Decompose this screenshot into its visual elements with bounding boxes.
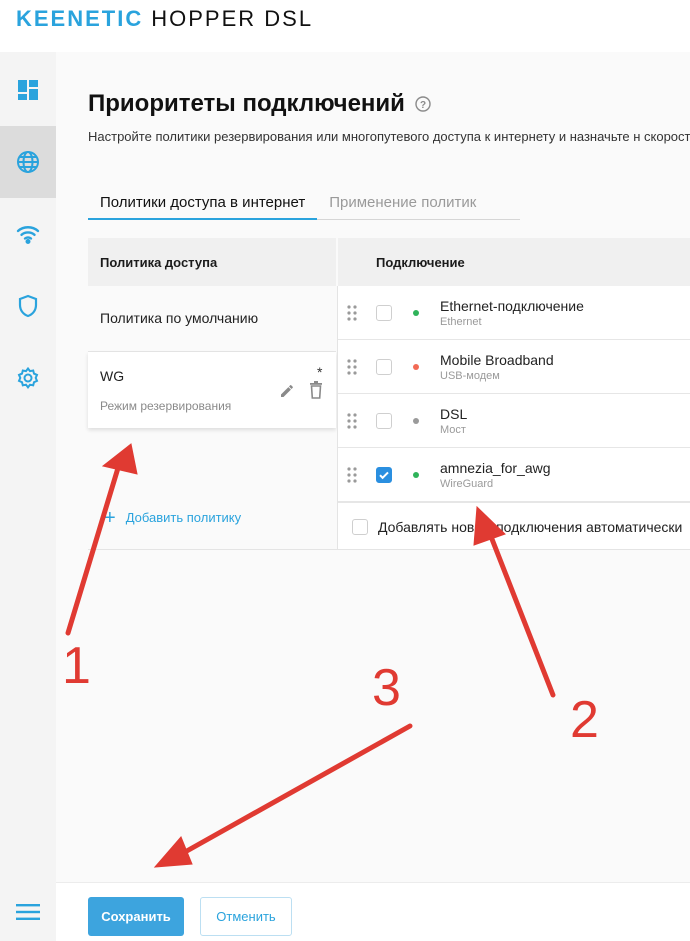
add-policy-label: Добавить политику [125,510,242,525]
tab-bar: Политики доступа в интернет Применение п… [88,186,520,220]
dashboard-icon [18,80,38,100]
policies-header: Политика доступа [88,238,336,286]
connection-checkbox[interactable] [376,413,392,429]
wifi-icon [16,226,40,244]
status-dot [413,418,419,424]
policy-item-wg[interactable]: WG Режим резервирования * [88,352,336,428]
delete-icon[interactable] [307,380,325,405]
modified-marker: * [317,364,323,380]
logo: KEENETIC HOPPER DSL [16,6,313,32]
logo-brand: KEENETIC [16,6,144,31]
connections-panel: Подключение Ethernet-подключение Etherne… [338,238,690,550]
connection-row: Mobile Broadband USB-модем [338,340,690,394]
status-dot [413,364,419,370]
top-bar: KEENETIC HOPPER DSL [0,0,690,52]
auto-add-checkbox[interactable] [352,519,368,535]
connection-checkbox[interactable] [376,359,392,375]
policy-item-default[interactable]: Политика по умолчанию [88,286,336,352]
connection-row: Ethernet-подключение Ethernet [338,286,690,340]
gear-icon [17,366,39,389]
connection-name: amnezia_for_awg [440,460,551,476]
sidebar-item-dashboard[interactable] [0,54,56,126]
connection-name: Ethernet-подключение [440,298,584,314]
connection-checkbox[interactable] [376,467,392,483]
connection-checkbox[interactable] [376,305,392,321]
sidebar-item-security[interactable] [0,270,56,342]
policies-panel: Политика доступа Политика по умолчанию W… [88,238,336,550]
footer-bar: Сохранить Отменить [56,882,690,941]
tab-access-policies[interactable]: Политики доступа в интернет [88,186,318,220]
sidebar-item-settings[interactable] [0,342,56,414]
connection-type: Мост [440,424,466,436]
connection-name: Mobile Broadband [440,352,554,368]
checkmark-icon [379,471,389,480]
drag-handle-icon[interactable] [346,466,358,489]
page-title: Приоритеты подключений ? [88,90,431,118]
status-dot [413,472,419,478]
sidebar-item-wifi[interactable] [0,198,56,270]
menu-button[interactable] [0,882,56,941]
drag-handle-icon[interactable] [346,304,358,327]
cancel-button[interactable]: Отменить [200,897,292,936]
logo-model: HOPPER DSL [151,6,314,31]
policy-name: Политика по умолчанию [100,310,259,326]
connection-row: DSL Мост [338,394,690,448]
plus-icon: + [104,506,116,529]
svg-text:?: ? [420,100,426,111]
drag-handle-icon[interactable] [346,412,358,435]
connections-header: Подключение [338,238,690,286]
auto-add-label: Добавлять новые подключения автоматическ… [378,519,683,535]
table-bottom-border [88,549,690,550]
page-description: Настройте политики резервирования или мн… [88,129,690,144]
menu-icon [16,903,40,920]
connection-row: amnezia_for_awg WireGuard [338,448,690,502]
sidebar [0,52,56,941]
status-dot [413,310,419,316]
save-button[interactable]: Сохранить [88,897,184,936]
sidebar-item-internet[interactable] [0,126,56,198]
policy-name: WG [100,368,125,384]
auto-add-row: Добавлять новые подключения автоматическ… [338,502,690,550]
policy-mode: Режим резервирования [100,399,232,413]
connection-type: USB-модем [440,370,500,382]
edit-icon[interactable] [278,381,296,404]
connection-name: DSL [440,406,468,422]
page-title-text: Приоритеты подключений [88,90,405,117]
shield-icon [18,294,38,318]
help-icon[interactable]: ? [415,96,431,112]
connection-type: WireGuard [440,478,494,490]
connection-type: Ethernet [440,316,482,328]
main-content: Приоритеты подключений ? Настройте полит… [56,52,690,882]
tab-policy-application[interactable]: Применение политик [317,186,488,220]
globe-icon [17,151,39,173]
drag-handle-icon[interactable] [346,358,358,381]
add-policy-button[interactable]: + Добавить политику [104,506,242,529]
